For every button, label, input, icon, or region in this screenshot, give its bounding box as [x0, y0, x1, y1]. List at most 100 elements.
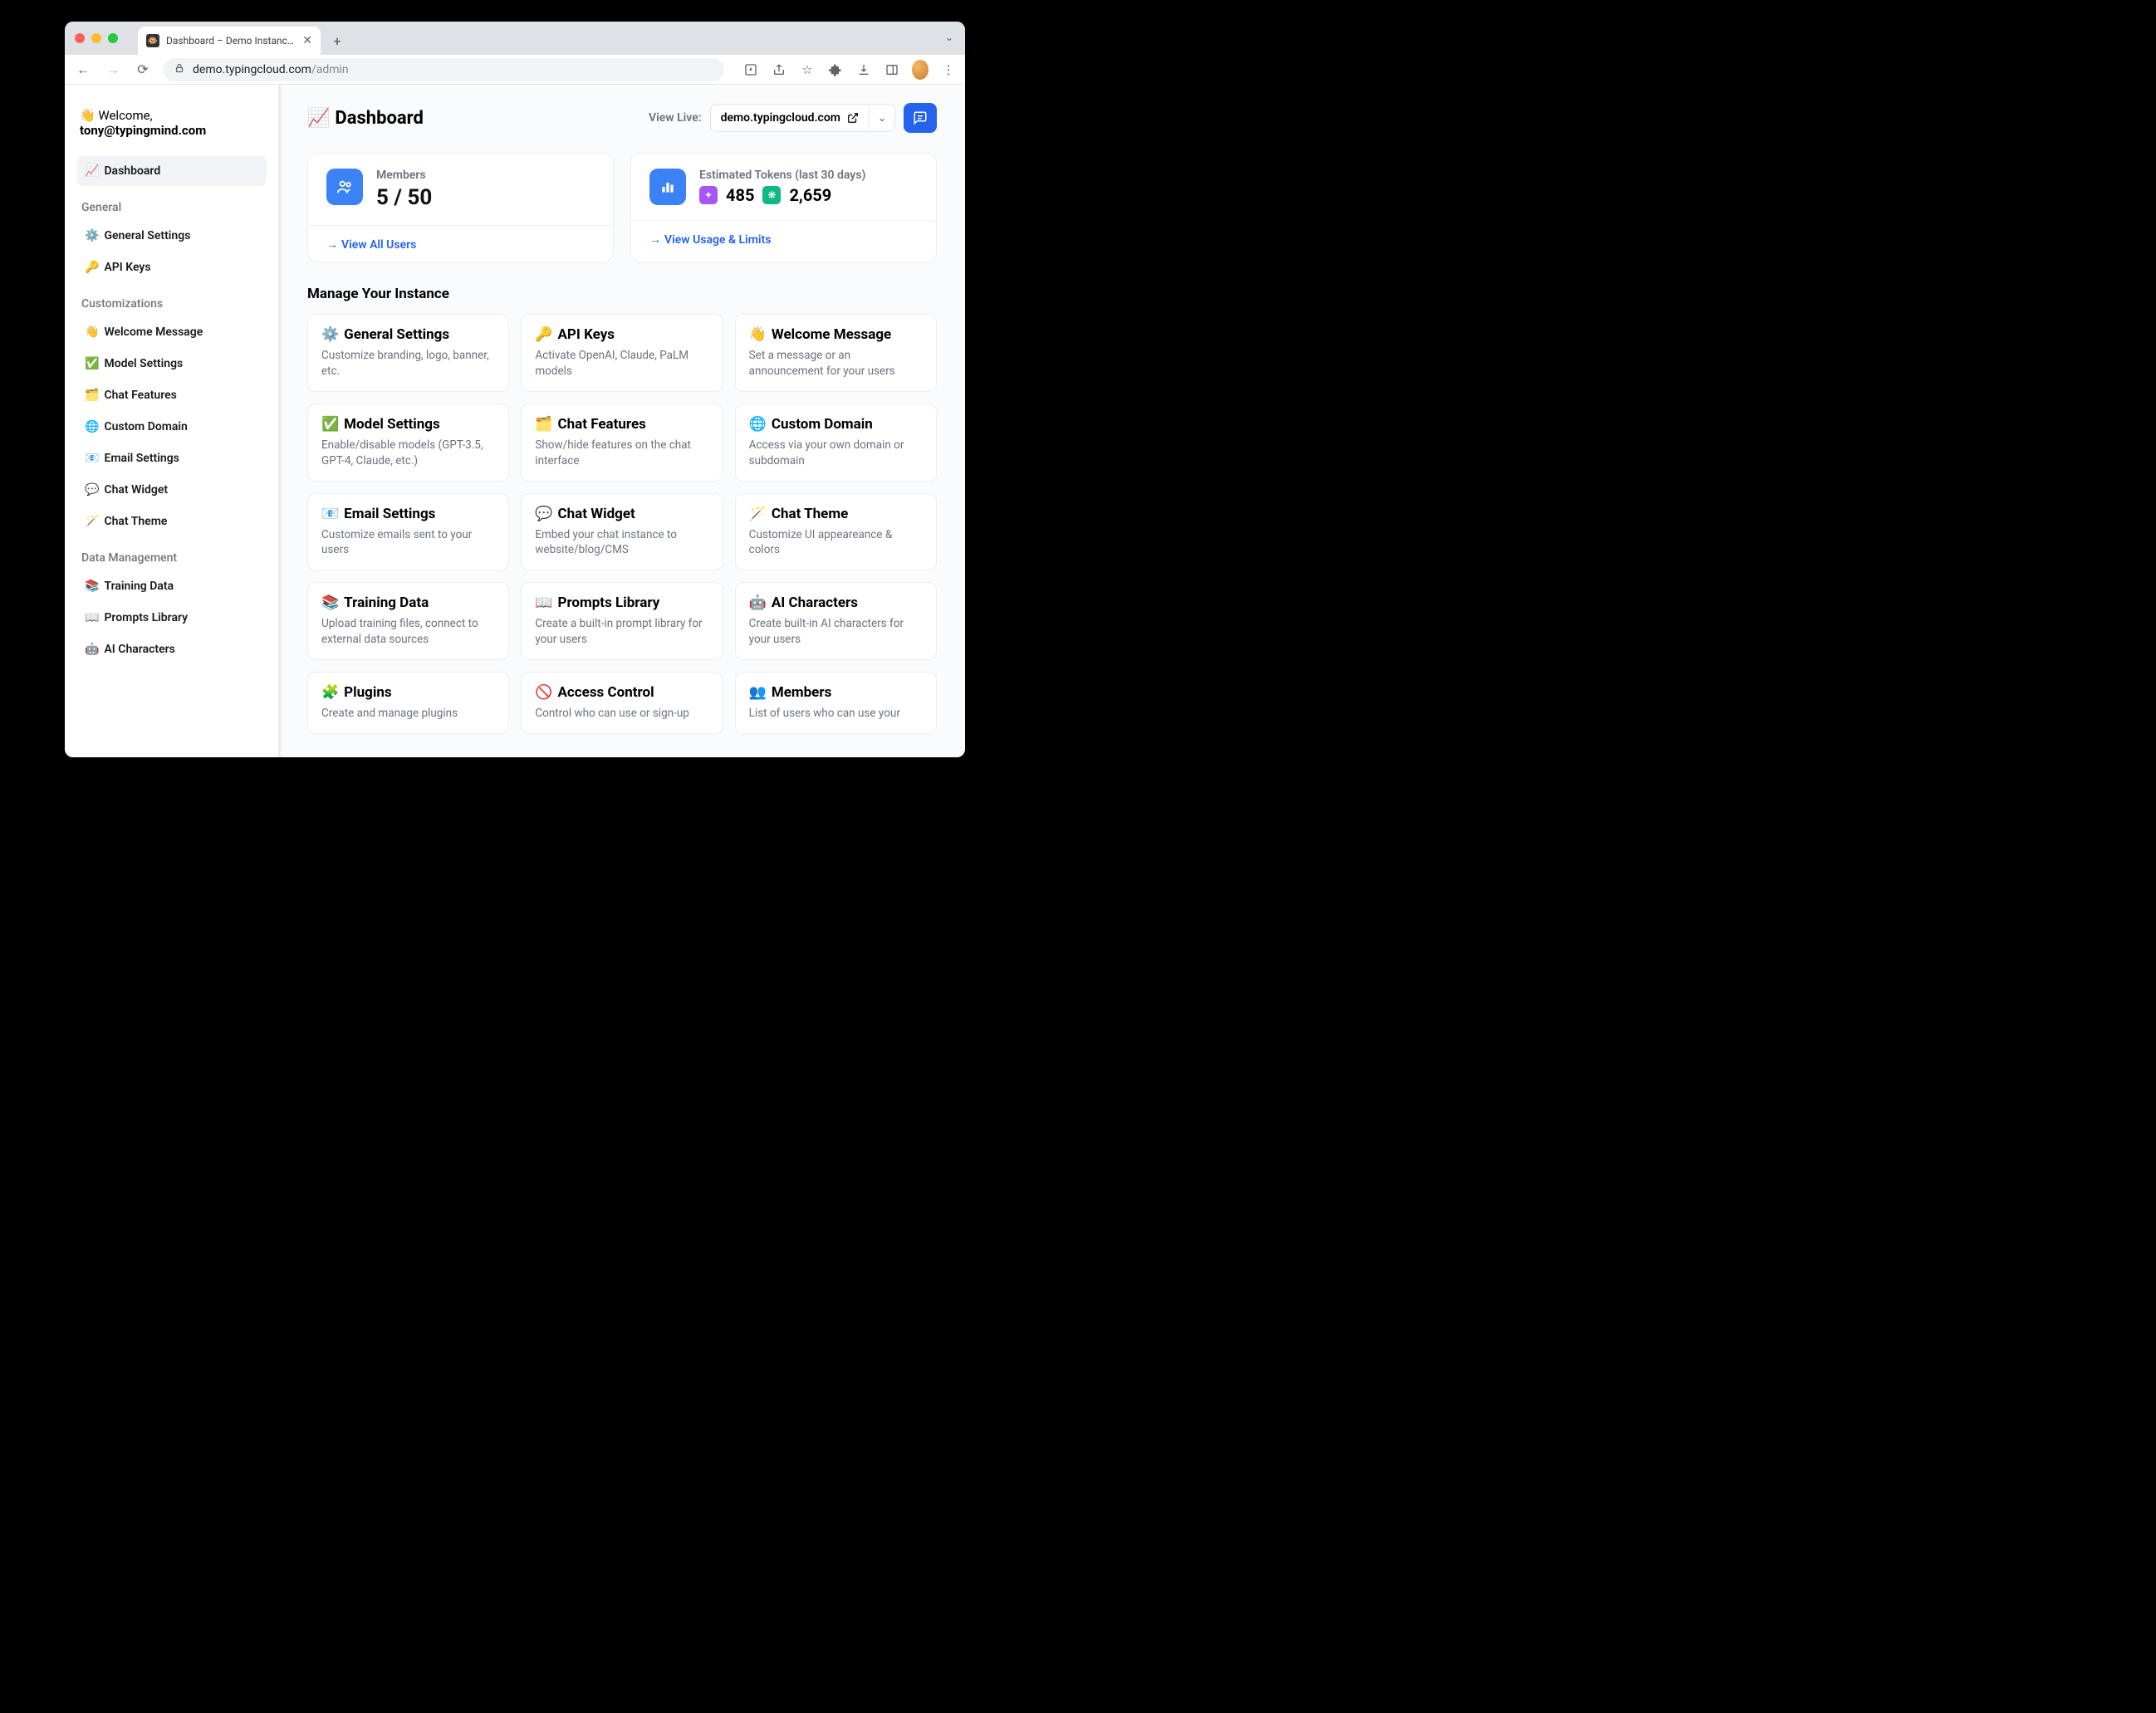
wave-icon: 👋: [85, 325, 99, 339]
sidebar-item-label: Email Settings: [104, 452, 179, 465]
manage-card-plugins[interactable]: 🧩PluginsCreate and manage plugins: [307, 672, 509, 734]
sidebar-item-label: Chat Theme: [104, 515, 167, 528]
sidebar-item-label: General Settings: [104, 229, 190, 242]
manage-card-api-keys[interactable]: 🔑API Keys Activate OpenAI, Claude, PaLM m…: [521, 314, 723, 392]
close-window-button[interactable]: [75, 33, 85, 43]
view-all-users-link[interactable]: → View All Users: [326, 237, 416, 252]
page-title: 📈 Dashboard: [307, 108, 424, 129]
manage-card-title: 🪄Chat Theme: [749, 506, 923, 522]
minimize-window-button[interactable]: [91, 33, 101, 43]
manage-card-title: 👋Welcome Message: [749, 326, 923, 343]
view-usage-link[interactable]: → View Usage & Limits: [649, 232, 771, 247]
sidebar-item-chat-theme[interactable]: 🪄Chat Theme: [76, 507, 267, 536]
card-icon: 🔑: [535, 326, 552, 343]
sidebar-item-general-settings[interactable]: ⚙️ General Settings: [76, 221, 267, 251]
welcome-block: 👋 Welcome, tony@typingmind.com: [76, 108, 267, 138]
reload-button[interactable]: ⟳: [133, 60, 153, 80]
tab-bar: 🐵 Dashboard – Demo Instance – ✕ + ⌄: [65, 22, 965, 55]
card-icon: 🤖: [749, 595, 767, 611]
manage-card-model-settings[interactable]: ✅Model SettingsEnable/disable models (GP…: [307, 404, 509, 482]
maximize-window-button[interactable]: [108, 33, 118, 43]
manage-card-chat-theme[interactable]: 🪄Chat ThemeCustomize UI appeareance & co…: [735, 493, 937, 571]
manage-card-title: ⚙️General Settings: [321, 326, 495, 343]
manage-card-desc: Activate OpenAI, Claude, PaLM models: [535, 348, 708, 379]
manage-card-desc: Customize emails sent to your users: [321, 527, 495, 559]
members-value: 5 / 50: [376, 185, 432, 210]
bookmark-icon[interactable]: ☆: [799, 62, 816, 77]
new-tab-button[interactable]: +: [326, 29, 349, 52]
sidebar-item-chat-features[interactable]: 🗂️Chat Features: [76, 380, 267, 410]
tab-close-icon[interactable]: ✕: [302, 34, 312, 47]
forward-button[interactable]: →: [103, 60, 123, 80]
chat-icon: [913, 110, 928, 125]
card-icon: ✅: [321, 416, 339, 433]
sidebar-item-label: Custom Domain: [104, 420, 187, 433]
manage-card-custom-domain[interactable]: 🌐Custom Domain Access via your own domain…: [735, 404, 937, 482]
back-button[interactable]: ←: [73, 60, 93, 80]
sidepanel-icon[interactable]: [884, 63, 900, 76]
card-icon: 📧: [321, 506, 339, 522]
manage-card-chat-features[interactable]: 🗂️Chat FeaturesShow/hide features on the…: [521, 404, 723, 482]
sidebar-item-api-keys[interactable]: 🔑 API Keys: [76, 252, 267, 282]
envelope-icon: 📧: [85, 452, 99, 465]
sidebar-item-chat-widget[interactable]: 💬 Chat Widget: [76, 475, 267, 505]
sidebar-item-ai-characters[interactable]: 🤖AI Characters: [76, 634, 267, 664]
browser-tab[interactable]: 🐵 Dashboard – Demo Instance – ✕: [138, 27, 321, 55]
profile-avatar[interactable]: [912, 60, 929, 80]
chat-button[interactable]: [904, 103, 937, 133]
manage-card-title: 💬Chat Widget: [535, 506, 708, 522]
manage-card-general-settings[interactable]: ⚙️General SettingsCustomize branding, lo…: [307, 314, 509, 392]
openai-badge-icon: ✦: [699, 186, 718, 204]
menu-icon[interactable]: ⋮: [940, 62, 957, 77]
page-header: 📈 Dashboard View Live: demo.typingcloud.…: [307, 103, 937, 133]
chart-icon: 📈: [85, 164, 99, 178]
sidebar-item-model-settings[interactable]: ✅Model Settings: [76, 349, 267, 379]
sidebar-item-label: AI Characters: [104, 643, 174, 656]
members-label: Members: [376, 169, 432, 182]
manage-card-ai-characters[interactable]: 🤖AI CharactersCreate built-in AI charact…: [735, 582, 937, 660]
sidebar-item-label: Chat Widget: [104, 483, 168, 497]
sidebar-item-welcome-message[interactable]: 👋 Welcome Message: [76, 317, 267, 347]
sidebar-item-label: Welcome Message: [104, 325, 203, 339]
sidebar-item-prompts-library[interactable]: 📖Prompts Library: [76, 603, 267, 633]
manage-card-training-data[interactable]: 📚Training DataUpload training files, con…: [307, 582, 509, 660]
address-bar[interactable]: demo.typingcloud.com/admin: [163, 58, 724, 81]
manage-card-prompts-library[interactable]: 📖Prompts LibraryCreate a built-in prompt…: [521, 582, 723, 660]
manage-card-access-control[interactable]: 🚫Access ControlControl who can use or si…: [521, 672, 723, 734]
card-icon: 📖: [535, 595, 552, 611]
manage-card-title: 🌐Custom Domain: [749, 416, 923, 433]
books-icon: 📚: [85, 580, 99, 593]
sidebar-item-dashboard[interactable]: 📈 Dashboard: [76, 156, 267, 186]
external-link-icon: [847, 112, 859, 124]
speech-icon: 💬: [85, 483, 99, 497]
sidebar-item-custom-domain[interactable]: 🌐Custom Domain: [76, 412, 267, 442]
manage-card-chat-widget[interactable]: 💬Chat WidgetEmbed your chat instance to …: [521, 493, 723, 571]
install-app-icon[interactable]: [742, 63, 759, 76]
tab-favicon: 🐵: [146, 34, 159, 47]
manage-card-email-settings[interactable]: 📧Email SettingsCustomize emails sent to …: [307, 493, 509, 571]
manage-card-title: 🔑API Keys: [535, 326, 708, 343]
sidebar-item-email-settings[interactable]: 📧 Email Settings: [76, 443, 267, 473]
share-icon[interactable]: [771, 63, 787, 76]
domain-link[interactable]: demo.typingcloud.com: [711, 105, 869, 131]
sidebar-item-training-data[interactable]: 📚Training Data: [76, 571, 267, 601]
domain-selector: demo.typingcloud.com ⌄: [710, 104, 895, 132]
domain-dropdown-button[interactable]: ⌄: [869, 105, 894, 130]
download-icon[interactable]: [855, 63, 872, 76]
tabs-dropdown-icon[interactable]: ⌄: [945, 32, 953, 43]
extensions-icon[interactable]: [827, 63, 844, 76]
browser-window: 🐵 Dashboard – Demo Instance – ✕ + ⌄ ← → …: [65, 22, 965, 757]
sidebar-item-label: Chat Features: [104, 389, 176, 402]
card-icon: 💬: [535, 506, 552, 522]
tokens-values: ✦ 485 ❋ 2,659: [699, 185, 865, 205]
manage-card-title: 🗂️Chat Features: [535, 416, 708, 433]
manage-card-desc: Access via your own domain or subdomain: [749, 438, 923, 469]
header-actions: View Live: demo.typingcloud.com ⌄: [649, 103, 937, 133]
manage-card-welcome-message[interactable]: 👋Welcome MessageSet a message or an anno…: [735, 314, 937, 392]
sidebar: 👋 Welcome, tony@typingmind.com 📈 Dashboa…: [65, 85, 279, 757]
members-card: Members 5 / 50 → View All Users: [307, 153, 614, 262]
manage-card-members[interactable]: 👥MembersList of users who can use your: [735, 672, 937, 734]
manage-card-title: 📖Prompts Library: [535, 595, 708, 611]
manage-card-desc: Control who can use or sign-up: [535, 706, 708, 722]
manage-card-desc: Upload training files, connect to extern…: [321, 616, 495, 648]
